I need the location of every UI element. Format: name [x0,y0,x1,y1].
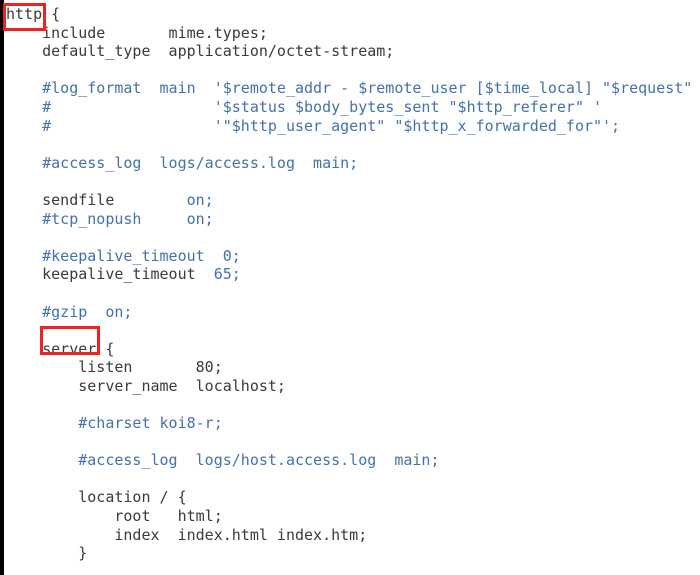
code-token: listen 80; [6,358,223,377]
code-line[interactable]: server { [0,340,700,359]
code-line[interactable]: #access_log logs/host.access.log main; [0,451,700,470]
code-token: index index.html index.htm; [6,525,368,544]
code-line[interactable]: #charset koi8-r; [0,414,700,433]
code-line[interactable] [0,284,700,303]
code-line[interactable]: # '"$http_user_agent" "$http_x_forwarded… [0,117,700,136]
code-line[interactable]: # '$status $body_bytes_sent "$http_refer… [0,98,700,117]
code-line[interactable]: http { [0,5,700,24]
code-line[interactable]: root html; [0,507,700,526]
comment-token: # '$status $body_bytes_sent "$http_refer… [6,97,603,116]
code-line[interactable]: server_name localhost; [0,377,700,396]
code-line[interactable]: #tcp_nopush on; [0,210,700,229]
code-line[interactable] [0,321,700,340]
code-line[interactable] [0,433,700,452]
code-line[interactable]: } [0,544,700,563]
comment-token: #gzip on; [6,302,133,321]
directive-token: keepalive_timeout [6,265,214,284]
code-line[interactable] [0,172,700,191]
directive-token: sendfile [6,190,187,209]
comment-token: #access_log logs/access.log main; [6,153,359,172]
comment-token: #access_log logs/host.access.log main; [6,451,440,470]
code-line[interactable]: listen 80; [0,358,700,377]
comment-token: #charset koi8-r; [6,414,223,433]
code-line[interactable]: location / { [0,488,700,507]
comment-token: #keepalive_timeout 0; [6,246,241,265]
code-token: } [6,544,88,563]
code-line[interactable]: include mime.types; [0,24,700,43]
code-line[interactable] [0,470,700,489]
code-token: root html; [6,507,223,526]
code-line[interactable]: #log_format main '$remote_addr - $remote… [0,79,700,98]
code-line[interactable] [0,61,700,80]
code-line[interactable] [0,395,700,414]
value-token: on; [186,190,214,209]
code-token: server_name localhost; [6,376,286,395]
code-line[interactable]: #access_log logs/access.log main; [0,154,700,173]
value-token: 65; [213,265,241,284]
code-line[interactable]: default_type application/octet-stream; [0,42,700,61]
comment-token: #log_format main '$remote_addr - $remote… [6,79,700,98]
comment-token: # '"$http_user_agent" "$http_x_forwarded… [6,116,621,135]
code-token: location / { [6,488,187,507]
code-line[interactable]: #keepalive_timeout 0; [0,247,700,266]
code-line[interactable]: sendfile on; [0,191,700,210]
code-token: default_type application/octet-stream; [6,42,395,61]
code-line[interactable]: index index.html index.htm; [0,526,700,545]
code-token: server { [6,339,115,358]
code-line[interactable] [0,135,700,154]
screenshot-root: http { include mime.types; default_type … [0,0,700,575]
nginx-config-code-view[interactable]: http { include mime.types; default_type … [0,0,700,575]
code-line[interactable]: #gzip on; [0,303,700,322]
code-token: include mime.types; [6,23,268,42]
code-line[interactable]: keepalive_timeout 65; [0,265,700,284]
code-token: http { [6,5,61,23]
comment-token: #tcp_nopush on; [6,209,214,228]
code-line[interactable] [0,228,700,247]
